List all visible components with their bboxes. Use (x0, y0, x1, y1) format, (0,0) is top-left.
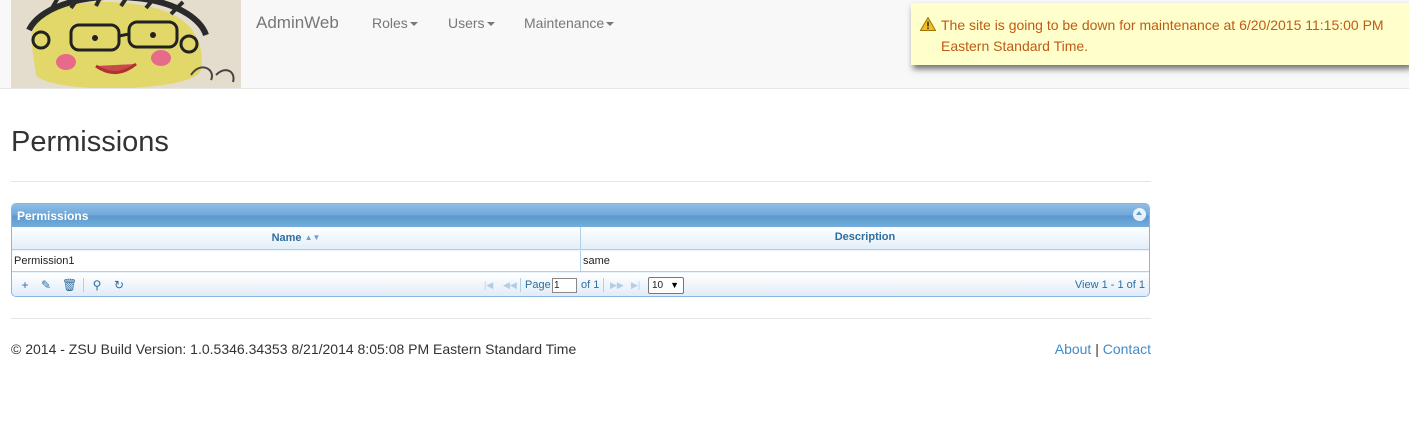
brand-link[interactable]: AdminWeb (256, 13, 339, 33)
pager-separator (83, 278, 84, 292)
edit-icon[interactable]: ✎ (39, 278, 53, 292)
footer-link-separator: | (1095, 341, 1099, 357)
prev-page-icon[interactable]: ◀◀ (503, 278, 517, 292)
nav-roles-label: Roles (372, 15, 408, 31)
nav-maintenance-dropdown[interactable]: Maintenance (524, 15, 615, 31)
grid-pager: + ✎ 🗑 ⚲ ↻ |◀ ◀◀ Page 1 of 1 ▶▶ ▶| 10 ▼ V… (12, 273, 1149, 296)
column-header-description-label: Description (834, 231, 896, 243)
permissions-grid: Permissions Name ▲▼ Description Permissio… (11, 203, 1150, 297)
divider (11, 318, 1151, 319)
next-page-icon[interactable]: ▶▶ (610, 278, 624, 292)
rows-per-page-value: 10 (652, 280, 664, 291)
table-row[interactable]: Permission1 same (12, 251, 1149, 272)
delete-icon[interactable]: 🗑 (62, 278, 77, 292)
pager-separator (520, 278, 521, 292)
page-count-label: of 1 (581, 279, 600, 291)
grid-caption-title: Permissions (17, 209, 89, 223)
grid-caption: Permissions (12, 204, 1149, 227)
about-link[interactable]: About (1055, 341, 1092, 357)
nav-users-label: Users (448, 15, 485, 31)
pager-separator (603, 278, 604, 292)
column-header-name[interactable]: Name ▲▼ (12, 227, 581, 249)
refresh-icon[interactable]: ↻ (112, 278, 126, 292)
caret-down-icon (606, 22, 615, 27)
nav-maintenance-label: Maintenance (524, 15, 605, 31)
view-records-info: View 1 - 1 of 1 (1074, 279, 1145, 291)
add-icon[interactable]: + (18, 278, 32, 292)
column-header-description[interactable]: Description (581, 227, 1149, 249)
caret-down-icon (486, 22, 495, 27)
rows-per-page-select[interactable]: 10 ▼ (648, 277, 684, 294)
first-page-icon[interactable]: |◀ (484, 278, 493, 292)
grid-header-row: Name ▲▼ Description (12, 227, 1149, 250)
divider (11, 181, 1151, 182)
nav-roles-dropdown[interactable]: Roles (372, 15, 418, 31)
cell-description: same (583, 255, 610, 267)
notice-text: The site is going to be down for mainten… (941, 17, 1384, 54)
footer-links: About | Contact (1055, 341, 1151, 357)
page-number-input[interactable]: 1 (552, 278, 577, 293)
footer-build-info: © 2014 - ZSU Build Version: 1.0.5346.343… (11, 341, 577, 357)
maintenance-notice: The site is going to be down for mainten… (911, 3, 1409, 65)
page-label: Page (525, 279, 551, 291)
face-drawing-icon (11, 0, 241, 88)
contact-link[interactable]: Contact (1103, 341, 1151, 357)
page-title: Permissions (11, 126, 169, 158)
last-page-icon[interactable]: ▶| (631, 278, 640, 292)
logo-image[interactable] (11, 0, 241, 88)
dropdown-arrow-icon: ▼ (670, 280, 679, 290)
sort-icon[interactable]: ▲▼ (305, 227, 321, 248)
warning-icon (920, 17, 936, 31)
search-icon[interactable]: ⚲ (90, 278, 104, 292)
nav-users-dropdown[interactable]: Users (448, 15, 495, 31)
collapse-grid-icon[interactable] (1133, 208, 1146, 221)
column-header-name-label: Name (271, 232, 302, 244)
caret-down-icon (409, 22, 418, 27)
cell-name: Permission1 (12, 251, 581, 272)
